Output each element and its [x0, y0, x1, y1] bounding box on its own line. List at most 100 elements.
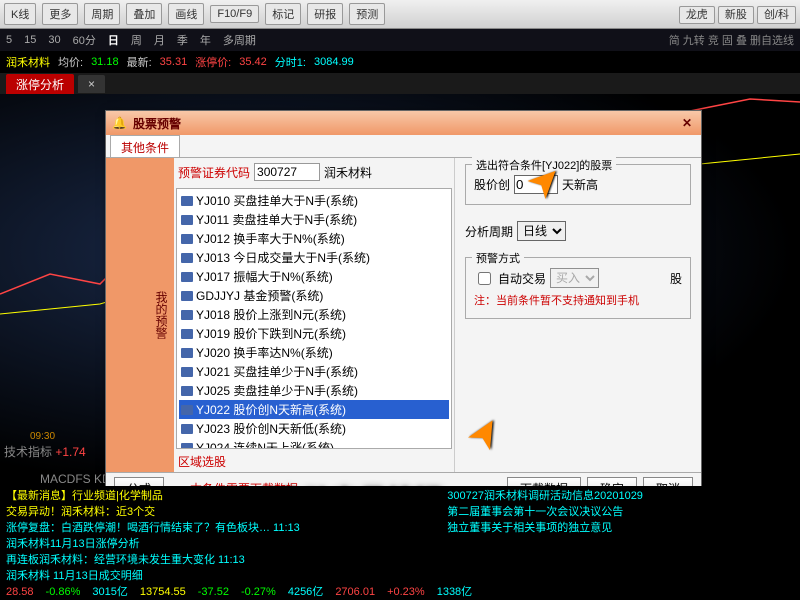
days-input[interactable]: [514, 175, 558, 194]
code-row: 预警证券代码 润禾材料: [174, 158, 454, 186]
fs-value: 3084.99: [314, 56, 354, 68]
news-line[interactable]: 独立董事关于相关事项的独立意见: [447, 520, 794, 536]
news-line[interactable]: 第二届董事会第十一次会议决议公告: [447, 504, 794, 520]
tf-month[interactable]: 月: [154, 32, 165, 48]
period-row: 分析周期 日线: [465, 221, 691, 241]
code-input[interactable]: [254, 163, 320, 181]
item-icon: [181, 310, 193, 320]
cond-YJ023[interactable]: YJ023 股价创N天新低(系统): [179, 419, 449, 438]
code-label: 预警证券代码: [178, 164, 250, 181]
cond-GDJJYJ[interactable]: GDJJYJ 基金预警(系统): [179, 286, 449, 305]
tab-close[interactable]: ×: [78, 75, 105, 93]
item-text: YJ024 连续N天上涨(系统): [196, 439, 334, 449]
forecast-btn[interactable]: 预测: [349, 3, 385, 25]
toolbar-right: 龙虎 新股 创/科: [679, 6, 796, 22]
cycle-btn[interactable]: 周期: [84, 3, 120, 25]
tab-zt-analysis[interactable]: 涨停分析: [6, 74, 74, 95]
cond-YJ011[interactable]: YJ011 卖盘挂单大于N手(系统): [179, 210, 449, 229]
item-text: YJ013 今日成交量大于N手(系统): [196, 249, 370, 266]
mark-btn[interactable]: 标记: [265, 3, 301, 25]
draw-btn[interactable]: 画线: [168, 3, 204, 25]
newstock-btn[interactable]: 新股: [718, 6, 754, 24]
news-line[interactable]: 【最新消息】行业频道|化学制品: [6, 488, 432, 504]
tf-multi[interactable]: 多周期: [223, 32, 256, 48]
item-icon: [181, 386, 193, 396]
news-line[interactable]: 涨停复盘：白酒跌停潮！喝酒行情结束了？有色板块… 11:13: [6, 520, 432, 536]
indicator-label: 技术指标 +1.74: [4, 443, 86, 460]
research-btn[interactable]: 研报: [307, 3, 343, 25]
latest-label: 最新:: [127, 54, 152, 70]
item-text: YJ021 买盘挂单少于N手(系统): [196, 363, 358, 380]
cond-YJ024[interactable]: YJ024 连续N天上涨(系统): [179, 438, 449, 449]
tf-5[interactable]: 5: [6, 34, 12, 46]
news-line[interactable]: 润禾材料11月13日涨停分析: [6, 536, 432, 552]
item-text: YJ010 买盘挂单大于N手(系统): [196, 192, 358, 209]
item-text: YJ018 股价上涨到N元(系统): [196, 306, 346, 323]
news-line[interactable]: 300727润禾材料调研活动信息20201029: [447, 488, 794, 504]
cond-YJ022[interactable]: YJ022 股价创N天新高(系统): [179, 400, 449, 419]
field-suf: 天新高: [562, 176, 598, 193]
item-icon: [181, 215, 193, 225]
field-pre: 股价创: [474, 176, 510, 193]
cond-YJ010[interactable]: YJ010 买盘挂单大于N手(系统): [179, 191, 449, 210]
dialog-titlebar: 🔔 股票预警 ✕: [106, 111, 701, 135]
kline-btn[interactable]: K线: [4, 3, 36, 25]
item-text: YJ022 股价创N天新高(系统): [196, 401, 346, 418]
close-icon[interactable]: ✕: [679, 115, 695, 131]
alert-icon: 🔔: [112, 116, 127, 130]
tf-30[interactable]: 30: [48, 34, 60, 46]
cond-YJ013[interactable]: YJ013 今日成交量大于N手(系统): [179, 248, 449, 267]
cond-YJ020[interactable]: YJ020 换手率达N%(系统): [179, 343, 449, 362]
item-text: YJ020 换手率达N%(系统): [196, 344, 333, 361]
cond-YJ021[interactable]: YJ021 买盘挂单少于N手(系统): [179, 362, 449, 381]
fs-label: 分时1:: [275, 54, 306, 70]
item-icon: [181, 443, 193, 450]
tab-other-cond[interactable]: 其他条件: [110, 135, 180, 157]
left-tab-my-alerts[interactable]: 我的预警: [106, 158, 174, 472]
right-tools: 简 九转 竞 固 叠 删自选线: [669, 32, 794, 48]
f10-btn[interactable]: F10/F9: [210, 5, 259, 23]
dialog-tabs: 其他条件: [106, 135, 701, 158]
tf-60[interactable]: 60分: [73, 32, 96, 48]
auto-trade-checkbox[interactable]: [478, 272, 491, 285]
limit-value: 35.42: [239, 56, 267, 68]
item-icon: [181, 348, 193, 358]
longhu-btn[interactable]: 龙虎: [679, 6, 715, 24]
tf-year[interactable]: 年: [200, 32, 211, 48]
chuang-btn[interactable]: 创/科: [757, 6, 796, 24]
avg-label: 均价:: [58, 54, 83, 70]
quote-info-row: 润禾材料 均价: 31.18 最新: 35.31 涨停价: 35.42 分时1:…: [0, 51, 800, 73]
shares-suffix: 股: [670, 270, 682, 287]
cond-YJ012[interactable]: YJ012 换手率大于N%(系统): [179, 229, 449, 248]
news-line[interactable]: 再连板润禾材料：经营环境未发生重大变化 11:13: [6, 552, 432, 568]
param-panel: 选出符合条件[YJ022]的股票 股价创 天新高 分析周期 日线 预警方式 自: [455, 158, 701, 472]
news-line[interactable]: 润禾材料 11月13日成交明细: [6, 568, 432, 584]
region-select[interactable]: 区域选股: [174, 451, 454, 472]
cond-YJ018[interactable]: YJ018 股价上涨到N元(系统): [179, 305, 449, 324]
dialog-title: 股票预警: [133, 115, 181, 132]
filter-group-title: 选出符合条件[YJ022]的股票: [472, 157, 616, 173]
tf-day[interactable]: 日: [108, 32, 119, 48]
item-icon: [181, 424, 193, 434]
cond-YJ019[interactable]: YJ019 股价下跌到N元(系统): [179, 324, 449, 343]
item-text: YJ019 股价下跌到N元(系统): [196, 325, 346, 342]
overlay-btn[interactable]: 叠加: [126, 3, 162, 25]
index-stats: 28.58 -0.86% 3015亿 13754.55 -37.52 -0.27…: [6, 584, 794, 600]
more-btn[interactable]: 更多: [42, 3, 78, 25]
item-icon: [181, 253, 193, 263]
period-select[interactable]: 日线: [517, 221, 566, 241]
news-line[interactable]: 交易异动！润禾材料：近3个交: [6, 504, 432, 520]
filter-group: 选出符合条件[YJ022]的股票 股价创 天新高: [465, 164, 691, 205]
code-stock-name: 润禾材料: [324, 164, 372, 181]
cond-YJ025[interactable]: YJ025 卖盘挂单少于N手(系统): [179, 381, 449, 400]
time-axis-start: 09:30: [30, 431, 55, 442]
tf-quarter[interactable]: 季: [177, 32, 188, 48]
trade-dir-select[interactable]: 买入: [550, 268, 599, 288]
condition-tree[interactable]: YJ010 买盘挂单大于N手(系统)YJ011 卖盘挂单大于N手(系统)YJ01…: [176, 188, 452, 449]
item-text: YJ025 卖盘挂单少于N手(系统): [196, 382, 358, 399]
news-feed: 【最新消息】行业频道|化学制品交易异动！润禾材料：近3个交涨停复盘：白酒跌停潮！…: [0, 486, 800, 600]
item-icon: [181, 234, 193, 244]
tf-week[interactable]: 周: [131, 32, 142, 48]
cond-YJ017[interactable]: YJ017 振幅大于N%(系统): [179, 267, 449, 286]
tf-15[interactable]: 15: [24, 34, 36, 46]
